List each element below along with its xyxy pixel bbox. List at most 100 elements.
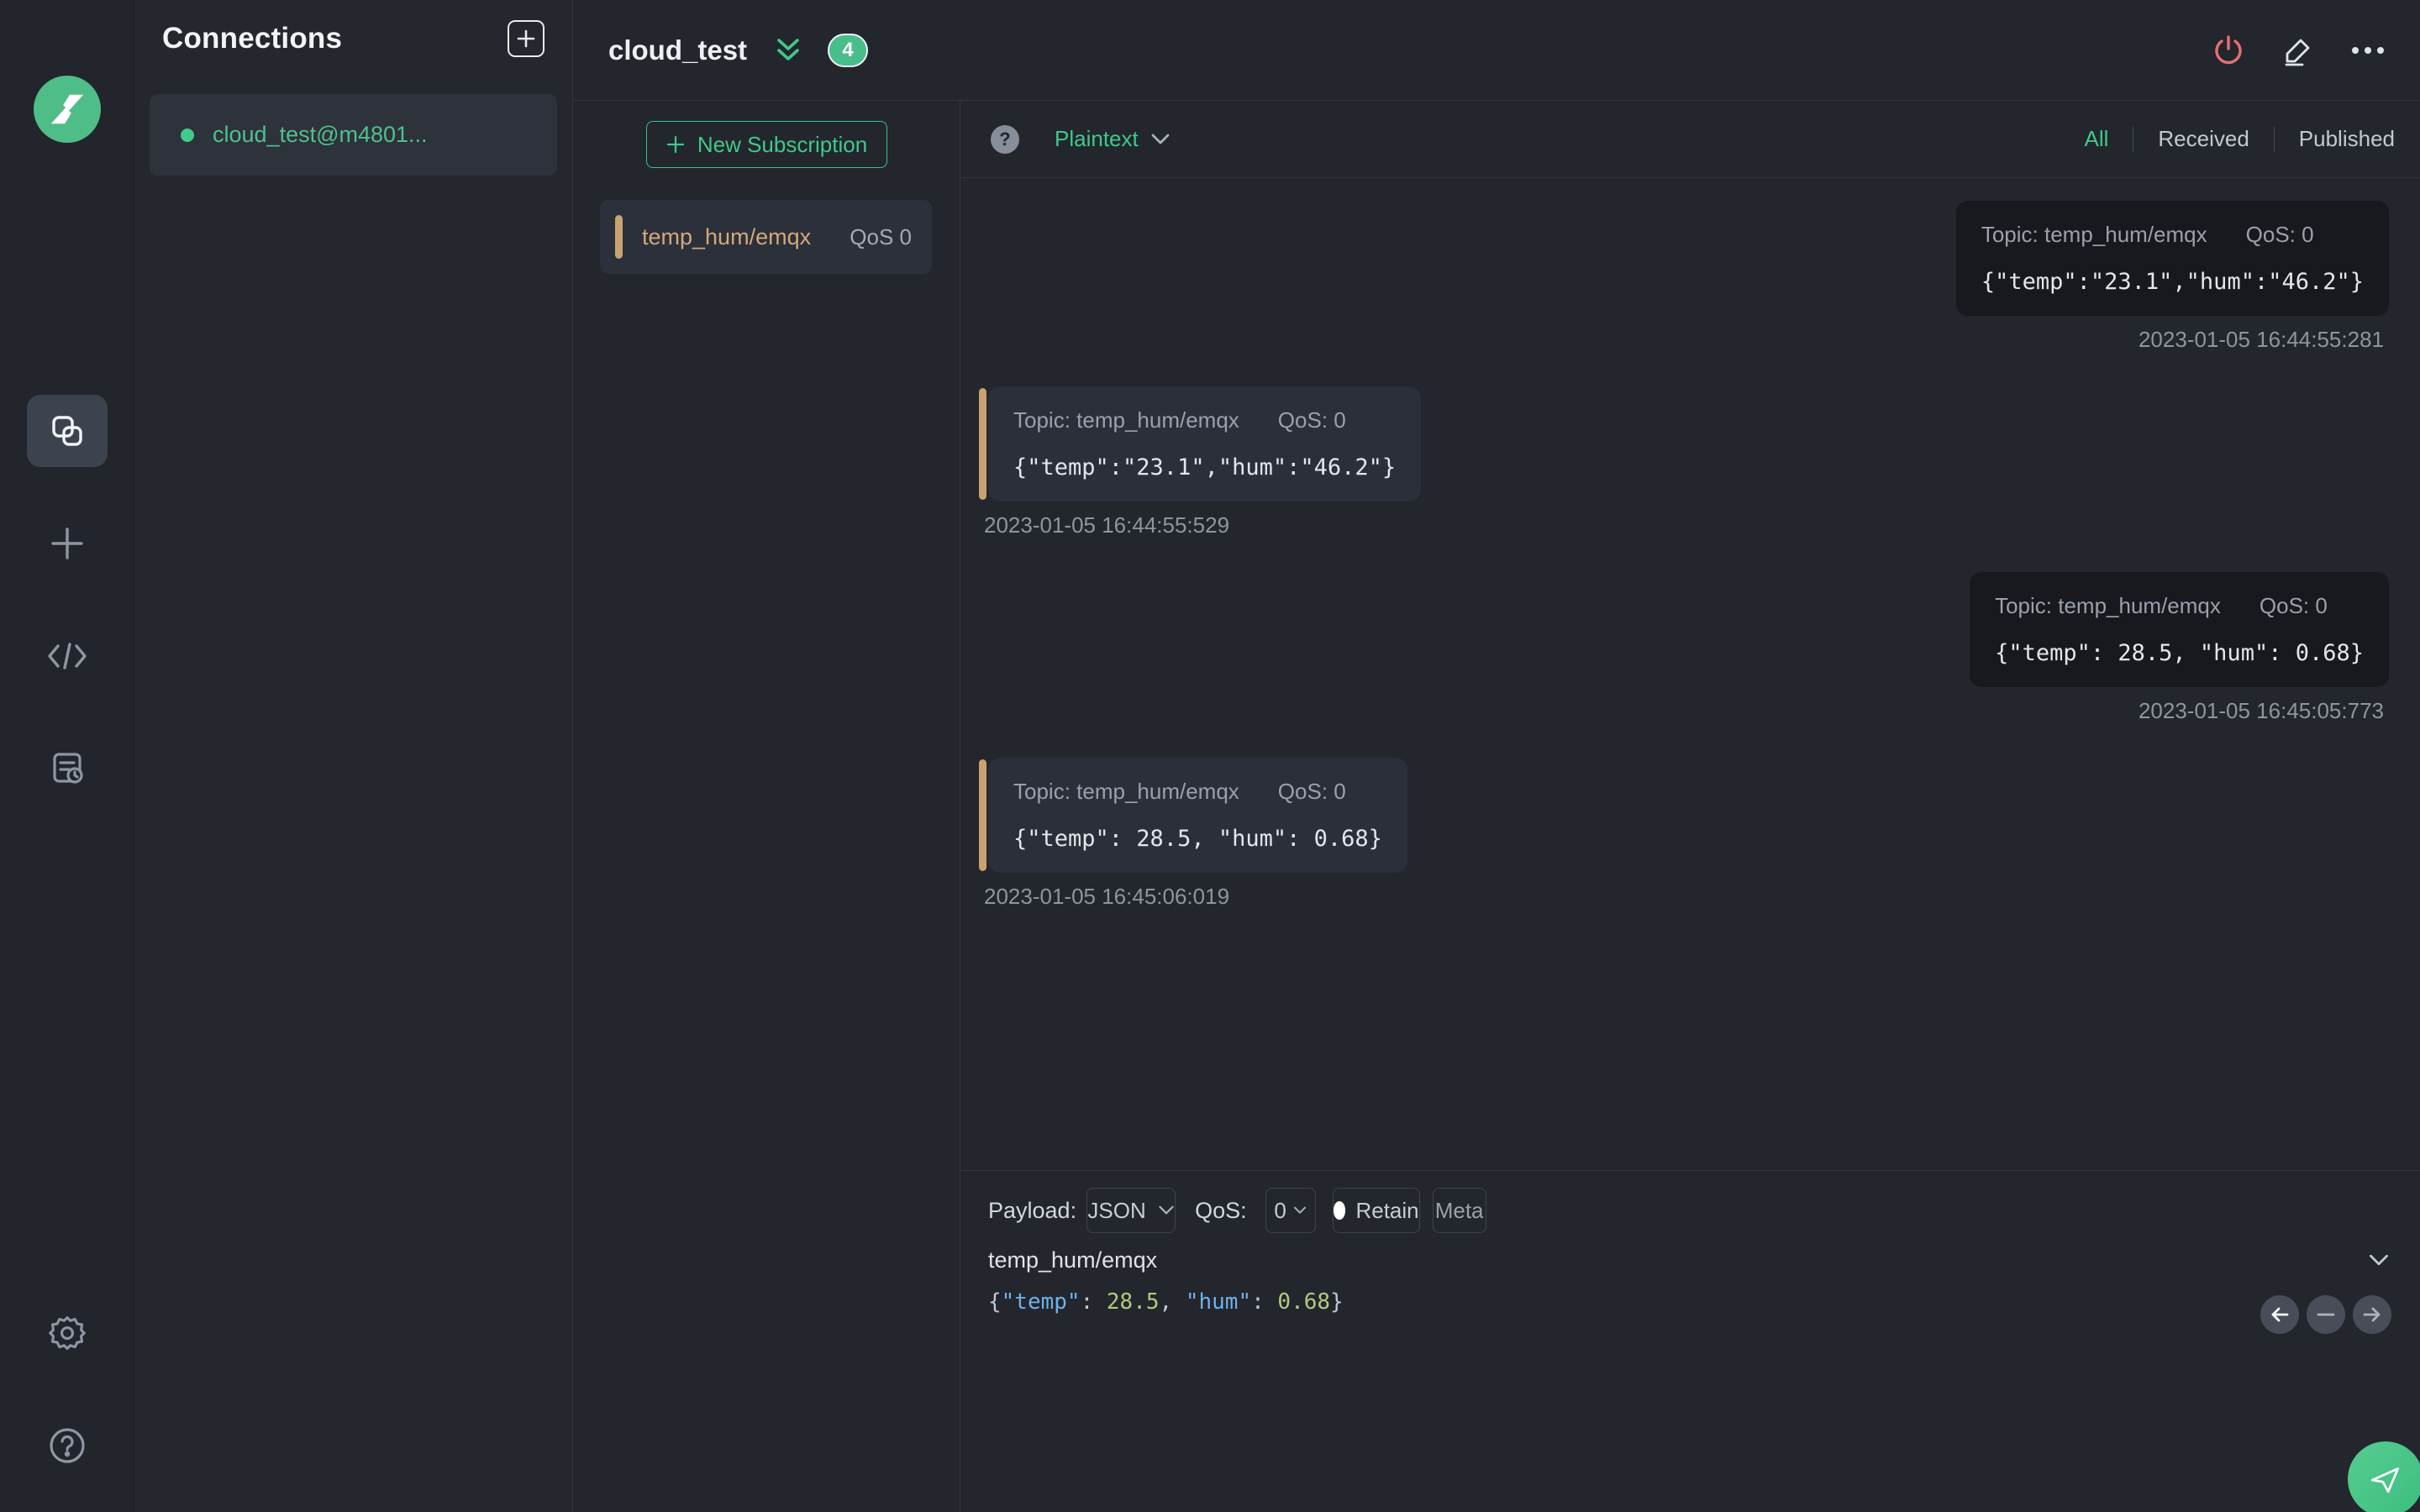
help-icon — [49, 1428, 85, 1463]
mqttx-logo-icon — [50, 94, 83, 124]
qos-select[interactable]: 0 — [1265, 1188, 1316, 1233]
message-card: Topic: temp_hum/emqx QoS: 0 {"temp": 28.… — [1970, 572, 2389, 687]
message-qos: QoS: 0 — [2259, 593, 2328, 618]
message-timestamp: 2023-01-05 16:44:55:529 — [984, 512, 1230, 538]
message-color-bar — [979, 759, 986, 871]
message-meta: Topic: temp_hum/emqx QoS: 0 — [1981, 222, 2364, 248]
sidebar-item-help[interactable] — [27, 1410, 108, 1482]
message-timestamp: 2023-01-05 16:45:06:019 — [984, 884, 1230, 909]
history-prev-button[interactable] — [2260, 1295, 2299, 1334]
message-format-select[interactable]: Plaintext — [1055, 126, 1171, 152]
edit-connection-button[interactable] — [2282, 34, 2314, 66]
connections-panel: Connections cloud_test@m4801... — [134, 0, 573, 1512]
message-color-bar — [979, 388, 986, 500]
plus-icon — [517, 29, 535, 48]
message-meta: Topic: temp_hum/emqx QoS: 0 — [1995, 593, 2364, 619]
message-bubble[interactable]: Topic: temp_hum/emqx QoS: 0 {"temp":"23.… — [1955, 201, 2389, 353]
message-meta: Topic: temp_hum/emqx QoS: 0 — [1013, 407, 1396, 433]
message-topic: Topic: temp_hum/emqx — [1981, 222, 2207, 247]
message-bubble[interactable]: Topic: temp_hum/emqx QoS: 0 {"temp": 28.… — [979, 758, 1407, 910]
code-icon — [47, 643, 87, 669]
plus-icon — [50, 528, 83, 559]
main-body: New Subscription temp_hum/emqx QoS 0 ? P… — [573, 101, 2420, 1512]
log-icon — [52, 753, 83, 784]
more-options-button[interactable] — [2351, 46, 2385, 55]
subscription-topic: temp_hum/emqx — [642, 223, 812, 249]
sidebar-item-log[interactable] — [27, 732, 108, 805]
payload-format-value: JSON — [1087, 1197, 1146, 1223]
payload-format-label: Payload: — [988, 1197, 1077, 1223]
subscription-item[interactable]: temp_hum/emqx QoS 0 — [600, 200, 932, 274]
message-topic: Topic: temp_hum/emqx — [1013, 779, 1239, 804]
messages-panel: ? Plaintext All Received Published Topic… — [960, 101, 2420, 1512]
header-actions — [2212, 34, 2385, 67]
new-subscription-label: New Subscription — [697, 131, 868, 157]
main-header: cloud_test 4 — [573, 0, 2420, 101]
retain-label: Retain — [1355, 1197, 1419, 1223]
sidebar-item-connections[interactable] — [26, 395, 108, 467]
pencil-icon — [2285, 39, 2310, 66]
plus-icon — [666, 135, 684, 154]
connections-title: Connections — [162, 22, 343, 55]
payload-help-icon[interactable]: ? — [991, 124, 1019, 154]
collapse-panel-button[interactable] — [772, 35, 804, 66]
message-format-value: Plaintext — [1055, 126, 1139, 151]
subscriptions-panel: New Subscription temp_hum/emqx QoS 0 — [573, 101, 960, 1512]
gear-icon — [48, 1316, 86, 1350]
publish-panel: Payload: JSON QoS: 0 Retain Meta temp_hu… — [960, 1170, 2420, 1512]
message-topic: Topic: temp_hum/emqx — [1013, 407, 1239, 433]
collapse-editor-chevron-icon[interactable] — [2368, 1253, 2390, 1268]
connection-title: cloud_test — [608, 34, 748, 66]
app-sidebar — [0, 0, 134, 1512]
minus-icon — [2317, 1313, 2335, 1316]
sidebar-item-script[interactable] — [27, 620, 108, 692]
arrow-right-icon — [2363, 1307, 2381, 1322]
sidebar-item-settings[interactable] — [27, 1297, 108, 1369]
publish-topic-input[interactable]: temp_hum/emqx — [988, 1247, 1157, 1273]
subscription-color-bar — [615, 215, 623, 259]
double-chevron-down-icon — [777, 38, 799, 60]
connection-status-dot — [181, 128, 194, 142]
tab-received[interactable]: Received — [2158, 126, 2249, 152]
send-message-button[interactable] — [2348, 1441, 2420, 1512]
message-qos: QoS: 0 — [1277, 407, 1346, 433]
payload-editor-line[interactable]: {"temp": 28.5, "hum": 0.68} — [988, 1289, 2390, 1315]
disconnect-button[interactable] — [2212, 34, 2245, 67]
retain-indicator-dot — [1333, 1201, 1346, 1220]
publish-controls: Payload: JSON QoS: 0 Retain Meta — [988, 1188, 2390, 1233]
editor-history-nav — [2260, 1295, 2391, 1334]
meta-label: Meta — [1434, 1197, 1484, 1223]
message-payload: {"temp":"23.1","hum":"46.2"} — [1013, 454, 1397, 480]
tab-published[interactable]: Published — [2299, 126, 2395, 152]
tab-all[interactable]: All — [2084, 126, 2108, 152]
publish-topic-row: temp_hum/emqx — [988, 1247, 2390, 1273]
history-next-button[interactable] — [2353, 1295, 2391, 1334]
message-filter-tabs: All Received Published — [2084, 126, 2395, 152]
arrow-left-icon — [2271, 1307, 2289, 1322]
message-bubble[interactable]: Topic: temp_hum/emqx QoS: 0 {"temp":"23.… — [979, 386, 1422, 538]
message-qos: QoS: 0 — [2245, 222, 2314, 247]
message-payload: {"temp":"23.1","hum":"46.2"} — [1981, 269, 2364, 295]
message-bubble[interactable]: Topic: temp_hum/emqx QoS: 0 {"temp": 28.… — [1970, 572, 2389, 724]
message-card: Topic: temp_hum/emqx QoS: 0 {"temp": 28.… — [988, 758, 1407, 873]
retain-toggle[interactable]: Retain — [1332, 1188, 1420, 1233]
add-connection-button[interactable] — [508, 20, 544, 57]
new-subscription-button[interactable]: New Subscription — [645, 121, 887, 168]
message-qos: QoS: 0 — [1277, 779, 1346, 804]
ellipsis-icon — [2352, 46, 2384, 54]
qos-value: 0 — [1274, 1197, 1286, 1223]
tab-separator — [2273, 126, 2275, 152]
message-payload: {"temp": 28.5, "hum": 0.68} — [1013, 826, 1382, 852]
chevron-down-icon — [1159, 1205, 1174, 1215]
connection-item[interactable]: cloud_test@m4801... — [150, 94, 557, 176]
payload-format-select[interactable]: JSON — [1086, 1188, 1176, 1233]
mqttx-logo — [33, 76, 101, 143]
history-clear-button[interactable] — [2307, 1295, 2345, 1334]
sidebar-item-new-connection[interactable] — [27, 507, 108, 580]
message-topic: Topic: temp_hum/emqx — [1995, 593, 2221, 618]
qos-label: QoS: — [1195, 1197, 1247, 1223]
message-timestamp: 2023-01-05 16:44:55:281 — [2138, 327, 2384, 352]
message-payload: {"temp": 28.5, "hum": 0.68} — [1995, 640, 2364, 666]
meta-button[interactable]: Meta — [1432, 1188, 1486, 1233]
subscription-count-badge: 4 — [828, 33, 869, 67]
